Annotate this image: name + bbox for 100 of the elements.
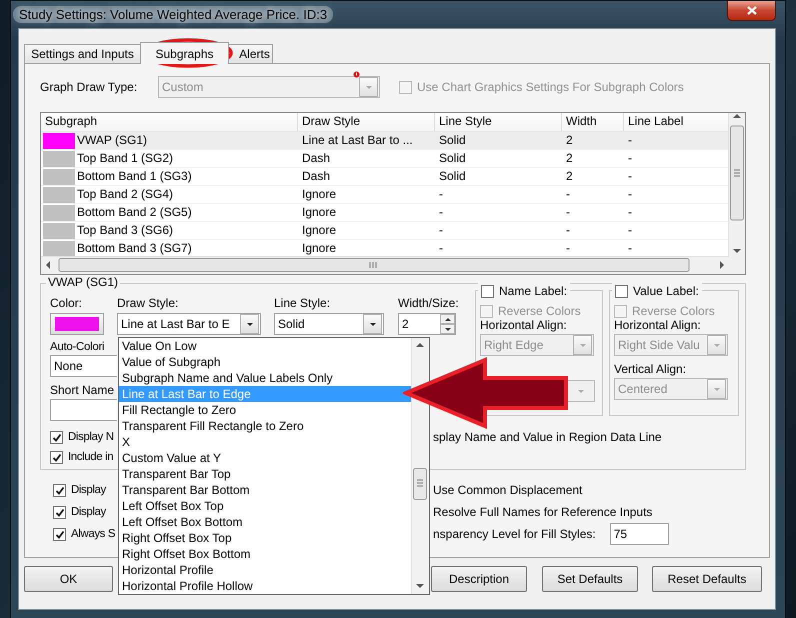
list-item[interactable]: X (119, 434, 413, 450)
checkbox[interactable] (53, 506, 66, 518)
list-item[interactable]: Value On Low (119, 338, 413, 354)
column-header[interactable]: Subgraph (41, 113, 298, 131)
table-cell: VWAP (SG1) (77, 132, 148, 149)
dropdown[interactable]: Solid (274, 313, 384, 335)
list-item[interactable]: Left Offset Box Bottom (119, 514, 413, 530)
table-cell-text: - (627, 186, 633, 203)
caret-icon (246, 322, 254, 326)
checkbox-label: Include in (68, 451, 114, 463)
checkbox-label: Resolve Full Names for Reference Inputs (433, 505, 652, 519)
table-cell-text: Ignore (301, 186, 338, 203)
checkbox[interactable] (50, 430, 63, 444)
input-field[interactable] (50, 399, 117, 421)
checkbox[interactable] (50, 450, 63, 464)
table-cell-text: 2 (565, 168, 574, 185)
table-cell-text: Solid (438, 132, 467, 149)
table-cell-text: - (565, 240, 571, 257)
field-label: Draw Style: (117, 296, 180, 310)
column-header[interactable]: Width (562, 113, 624, 131)
list-item[interactable]: Horizontal Profile Hollow (119, 578, 413, 594)
dialog-button[interactable]: Set Defaults (542, 566, 638, 592)
table-cell-text: - (627, 204, 633, 221)
checkbox-label: Reverse Colors (498, 304, 581, 318)
checkbox-label: Use Common Displacement (433, 483, 582, 497)
close-button[interactable] (727, 1, 776, 21)
list-item[interactable]: Fill Rectangle to Zero (119, 402, 413, 418)
checkbox-label: Reverse Colors (632, 304, 715, 318)
table-cell-text: - (438, 240, 444, 257)
checkbox-label: Use Chart Graphics Settings For Subgraph Colors (417, 80, 684, 94)
list-item[interactable]: Right Offset Box Top (119, 530, 413, 546)
field-label: Width/Size: (398, 296, 460, 310)
caret-icon (578, 342, 586, 348)
field-label: Graph Draw Type: (40, 80, 138, 94)
table-cell-text: Solid (438, 168, 467, 185)
table-cell-text: - (627, 222, 633, 239)
table-cell-text: Ignore (301, 204, 338, 221)
table-cell-text: - (565, 204, 571, 221)
input-field[interactable]: 75 (610, 523, 669, 545)
check-icon (54, 508, 64, 516)
warning-icon (353, 71, 360, 78)
list-item[interactable]: Right Offset Box Bottom (119, 546, 413, 562)
field-label: Auto-Colori (50, 341, 106, 353)
list-item[interactable]: Transparent Bar Top (119, 466, 413, 482)
dialog-button[interactable]: OK (24, 566, 113, 592)
table-cell-text: Solid (438, 150, 467, 167)
caret-icon (712, 342, 720, 348)
column-header[interactable]: Draw Style (298, 113, 435, 131)
field-label: Color: (50, 296, 84, 310)
table-cell: Bottom Band 1 (SG3) (77, 168, 192, 185)
tab[interactable]: Settings and Inputs (24, 44, 141, 63)
list-item[interactable]: Subgraph Name and Value Labels Only (119, 370, 413, 386)
color-button[interactable] (50, 313, 104, 335)
tab[interactable]: Subgraphs (140, 42, 229, 64)
table-cell-text: 2 (565, 132, 574, 149)
checkbox-label: Display (71, 506, 106, 518)
field-label: nsparency Level for Fill Styles: (433, 527, 596, 541)
field-label: Horizontal Align: (614, 318, 702, 332)
list-item[interactable]: Horizontal Profile (119, 562, 413, 578)
table-cell-text: - (438, 186, 444, 203)
list-item[interactable]: Left Offset Box Top (119, 498, 413, 514)
checkbox[interactable] (53, 528, 66, 540)
table-cell: Bottom Band 3 (SG7) (77, 240, 192, 257)
dialog-button[interactable]: Reset Defaults (652, 566, 762, 592)
list-item[interactable]: Transparent Fill Rectangle to Zero (119, 418, 413, 434)
dialog-button[interactable]: Description (431, 566, 527, 592)
table-cell-text: - (627, 240, 633, 257)
dropdown[interactable]: None (50, 355, 117, 377)
checkbox-label: splay Name and Value in Region Data Line (433, 430, 662, 444)
caret-icon (364, 84, 372, 90)
check-icon (52, 432, 62, 442)
checkbox[interactable] (53, 484, 66, 496)
list-item[interactable]: Transparent Bar Bottom (119, 482, 413, 498)
dropdown[interactable]: Line at Last Bar to E (117, 313, 261, 335)
checkbox[interactable] (481, 284, 494, 298)
spin-box[interactable]: 2 (398, 313, 456, 335)
table-cell-text: - (565, 222, 571, 239)
column-header[interactable]: Line Label (624, 113, 731, 131)
caret-icon (577, 388, 585, 394)
caret-icon (368, 322, 376, 326)
check-icon (54, 530, 64, 538)
table-cell: Top Band 2 (SG4) (77, 186, 174, 203)
table-cell-text: - (438, 204, 444, 221)
checkbox-label: Value Label: (633, 284, 699, 298)
tab[interactable]: Alerts (228, 44, 273, 63)
check-icon (52, 452, 62, 462)
checkbox-label: Always S (71, 528, 116, 540)
list-item[interactable]: Custom Value at Y (119, 450, 413, 466)
checkbox-label: Name Label: (499, 284, 568, 298)
table-cell: Bottom Band 2 (SG5) (77, 204, 192, 221)
table-cell-text: Dash (301, 168, 332, 185)
column-header[interactable]: Line Style (435, 113, 562, 131)
up-arrow-icon (444, 318, 450, 320)
check-icon (54, 486, 64, 494)
table-cell-text: - (565, 186, 571, 203)
table-cell: Top Band 1 (SG2) (77, 150, 174, 167)
field-label: Short Name (50, 383, 116, 397)
checkbox[interactable] (615, 284, 628, 298)
table-cell-text: - (627, 132, 633, 149)
list-item[interactable]: Value of Subgraph (119, 354, 413, 370)
